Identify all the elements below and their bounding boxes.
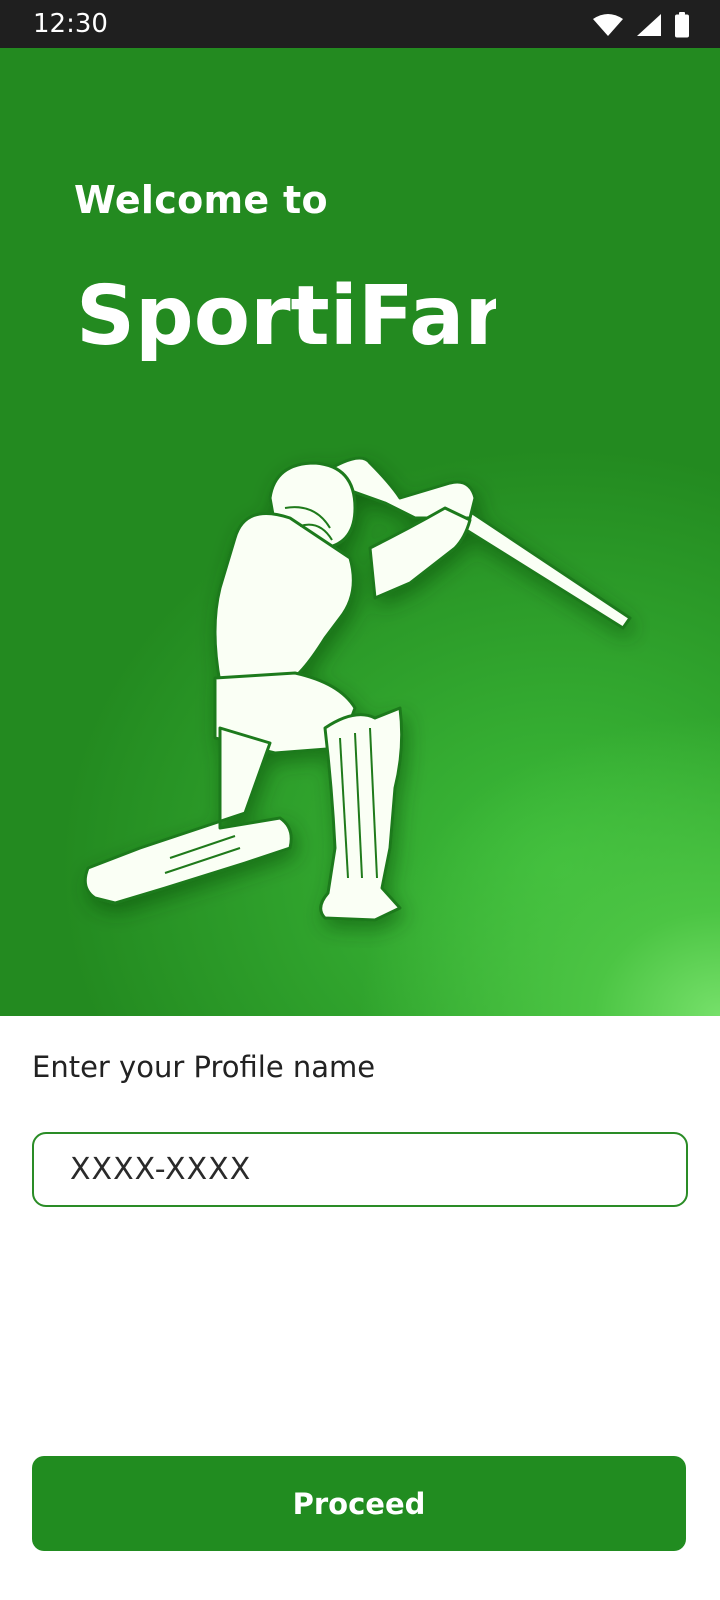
welcome-heading: Welcome to bbox=[74, 178, 328, 222]
cricket-batsman-icon bbox=[83, 456, 632, 922]
proceed-button[interactable]: Proceed bbox=[32, 1456, 686, 1551]
status-bar: 12:30 bbox=[0, 0, 720, 48]
status-icons bbox=[592, 12, 690, 38]
profile-name-label: Enter your Profile name bbox=[32, 1050, 376, 1084]
battery-icon bbox=[675, 12, 689, 38]
status-time: 12:30 bbox=[33, 9, 108, 39]
profile-name-input[interactable] bbox=[32, 1132, 688, 1207]
cellular-signal-icon bbox=[637, 14, 661, 36]
brand-name: SportiFan bbox=[76, 269, 496, 364]
hero-banner: Welcome to SportiFan bbox=[0, 48, 720, 1016]
wifi-icon bbox=[593, 14, 623, 36]
brand-logo: SportiFan bbox=[76, 269, 496, 364]
